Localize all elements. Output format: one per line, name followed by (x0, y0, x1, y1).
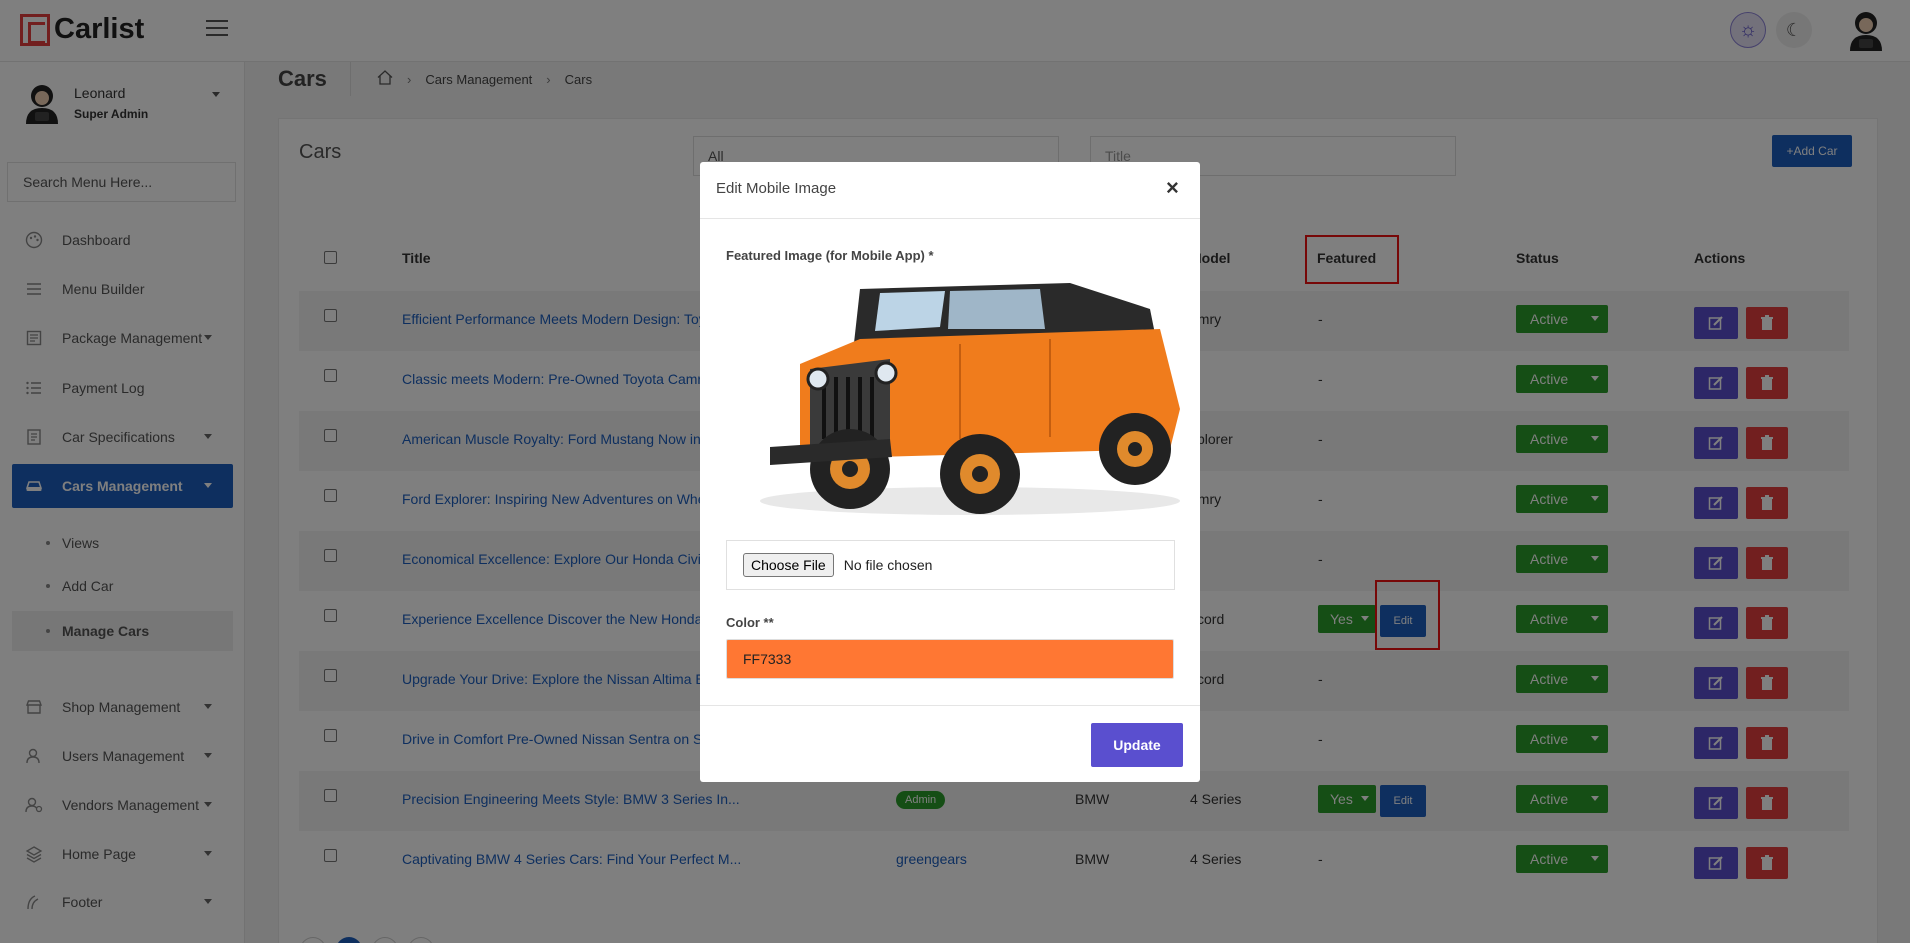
modal-header: Edit Mobile Image × (700, 162, 1200, 219)
color-input[interactable]: FF7333 (726, 639, 1174, 679)
update-button[interactable]: Update (1091, 723, 1183, 767)
color-label: Color ** (726, 615, 774, 630)
featured-image-label: Featured Image (for Mobile App) * (726, 248, 934, 263)
modal-footer-divider (700, 705, 1200, 706)
modal-title: Edit Mobile Image (716, 180, 837, 197)
close-icon[interactable]: × (1166, 177, 1179, 199)
featured-image-preview (760, 283, 1180, 515)
file-status: No file chosen (843, 557, 933, 573)
app-root: Carlist ☼ ☾ Leonard Super Admin Sear (0, 0, 1910, 943)
file-input[interactable]: Choose File No file chosen (726, 540, 1175, 590)
edit-mobile-image-modal: Edit Mobile Image × Featured Image (for … (700, 162, 1200, 782)
choose-file-button[interactable]: Choose File (743, 553, 834, 577)
